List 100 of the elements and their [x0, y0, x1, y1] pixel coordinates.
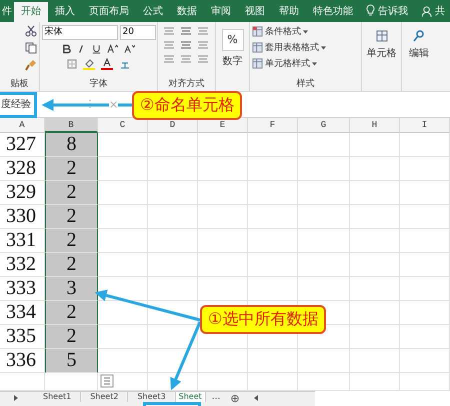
ribbon-tab[interactable]: 页面布局 — [82, 2, 136, 22]
caret-icon[interactable] — [303, 30, 308, 34]
scroll-left-icon[interactable] — [254, 395, 258, 401]
format-painter-icon[interactable] — [25, 59, 37, 71]
callout: ②命名单元格 — [132, 91, 242, 120]
align-icon[interactable] — [180, 54, 192, 64]
table-cell: 5 — [45, 349, 98, 373]
table-cell: 2 — [45, 325, 98, 349]
table-style-icon — [252, 42, 263, 53]
table-cell — [350, 325, 400, 349]
align-icon[interactable] — [180, 26, 192, 36]
ribbon-tab[interactable]: 插入 — [48, 2, 82, 22]
table-cell: 2 — [45, 181, 98, 205]
align-icon[interactable] — [162, 40, 174, 50]
ribbon-tab[interactable]: 数据 — [170, 2, 204, 22]
font-size-dropdown[interactable]: 20 — [120, 25, 156, 40]
bold-icon[interactable] — [62, 44, 71, 54]
tell-me-link[interactable]: 告诉我 — [378, 2, 408, 22]
table-cell — [248, 157, 298, 181]
cut-icon[interactable] — [25, 25, 37, 37]
styles-menu-item[interactable]: 单元格样式 — [265, 57, 310, 70]
table-cell — [98, 325, 148, 349]
styles-menu-item[interactable]: 套用表格格式 — [265, 41, 319, 54]
group-label: 字体 — [90, 79, 108, 89]
table-cell — [400, 373, 450, 391]
font-color-icon[interactable] — [100, 58, 112, 70]
paste-options-icon[interactable] — [100, 374, 114, 388]
table-cell — [248, 277, 298, 301]
column-header[interactable]: I — [400, 118, 450, 133]
lightbulb-icon — [366, 4, 375, 17]
align-icon[interactable] — [196, 40, 208, 50]
table-cell — [350, 133, 400, 157]
scroll-right-icon[interactable] — [14, 395, 18, 401]
share-button[interactable]: 共 — [435, 2, 445, 22]
column-header[interactable]: C — [98, 118, 148, 133]
sheet-tab[interactable]: Sheet1 — [34, 392, 82, 402]
table-cell — [298, 157, 350, 181]
table-cell — [400, 157, 450, 181]
ribbon-tab[interactable]: 特色功能 — [306, 2, 360, 22]
number-format-button[interactable]: % 数字 — [222, 25, 244, 72]
table-cell — [350, 253, 400, 277]
editing-button[interactable]: 编辑 — [409, 25, 429, 64]
ribbon-tab[interactable]: 开始 — [14, 2, 48, 22]
table-cell — [350, 205, 400, 229]
table-cell — [298, 133, 350, 157]
table-cell — [248, 205, 298, 229]
column-header[interactable]: F — [248, 118, 298, 133]
ribbon-tab[interactable]: 帮助 — [272, 2, 306, 22]
copy-icon[interactable] — [25, 42, 37, 54]
search-icon — [412, 29, 426, 43]
ribbon-tab[interactable]: 公式 — [136, 2, 170, 22]
align-icon[interactable] — [196, 26, 208, 36]
name-box[interactable]: 度经验 — [0, 94, 37, 114]
highlight-frame — [0, 92, 37, 118]
table-cell: 2 — [45, 229, 98, 253]
table-cell — [148, 205, 198, 229]
sheet-tab[interactable]: Sheet2 — [81, 392, 128, 402]
table-cell — [350, 301, 400, 325]
table-cell — [350, 229, 400, 253]
align-icon[interactable] — [162, 54, 174, 64]
table-cell — [350, 349, 400, 373]
group-label: 对齐方式 — [168, 79, 204, 89]
table-cell — [298, 205, 350, 229]
decrease-font-icon[interactable] — [124, 44, 135, 54]
ribbon-tab[interactable]: 审阅 — [204, 2, 238, 22]
table-cell — [98, 301, 148, 325]
align-icon[interactable] — [162, 26, 174, 36]
fill-color-icon[interactable] — [82, 58, 94, 70]
table-cell — [298, 253, 350, 277]
add-sheet-button[interactable]: ⊕ — [230, 392, 240, 405]
table-cell — [98, 133, 148, 157]
table-cell — [400, 133, 450, 157]
borders-icon[interactable] — [66, 59, 76, 69]
ribbon-tab[interactable]: 视图 — [238, 2, 272, 22]
sheet-tab[interactable]: Sheet — [176, 392, 206, 402]
table-cell — [350, 277, 400, 301]
increase-font-icon[interactable] — [107, 44, 118, 54]
underline-icon[interactable] — [92, 44, 101, 54]
cells-button[interactable]: 单元格 — [366, 25, 396, 64]
caret-icon[interactable] — [312, 62, 317, 66]
align-icon[interactable] — [180, 40, 192, 50]
font-name-dropdown[interactable]: 宋体 — [42, 25, 118, 40]
column-header[interactable]: H — [350, 118, 400, 133]
table-cell: 8 — [45, 133, 98, 157]
align-icon[interactable] — [196, 54, 208, 64]
column-header[interactable]: G — [298, 118, 350, 133]
table-cell: 2 — [45, 205, 98, 229]
column-header[interactable]: A — [0, 118, 45, 133]
ribbon-tab[interactable]: 件 — [0, 2, 14, 22]
more-sheets-button[interactable]: ... — [212, 392, 220, 402]
table-cell — [98, 181, 148, 205]
column-header[interactable]: B — [45, 118, 98, 133]
italic-icon[interactable] — [77, 44, 86, 54]
table-cell — [350, 181, 400, 205]
caret-icon[interactable] — [321, 46, 326, 50]
table-cell — [248, 181, 298, 205]
table-cell — [400, 349, 450, 373]
styles-menu-item[interactable]: 条件格式 — [265, 25, 301, 38]
table-cell — [298, 229, 350, 253]
table-cell — [248, 253, 298, 277]
